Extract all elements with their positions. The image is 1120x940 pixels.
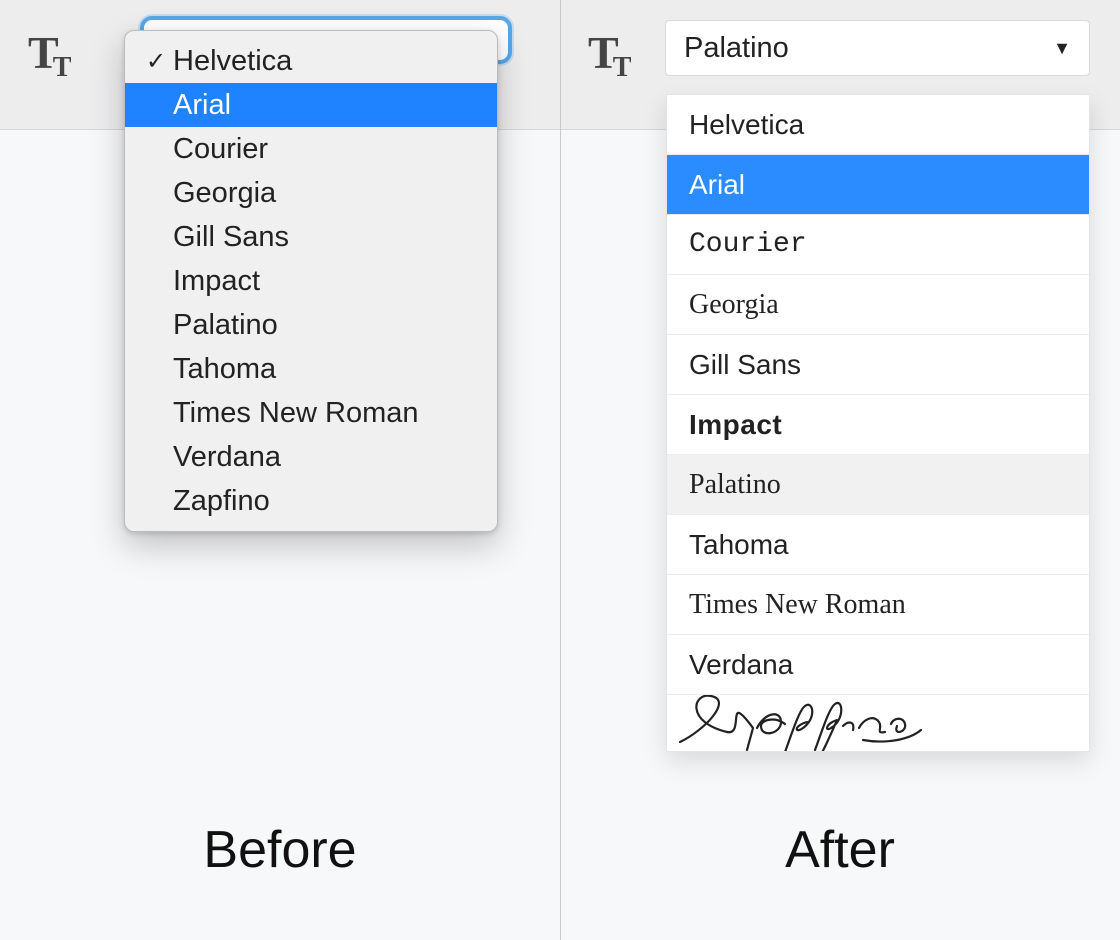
after-caption: After	[560, 820, 1120, 880]
before-font-option[interactable]: ✓Helvetica	[125, 39, 497, 83]
before-font-option-label: Georgia	[173, 177, 276, 210]
after-font-select-label: Palatino	[684, 32, 789, 65]
after-font-option[interactable]: Palatino	[667, 455, 1089, 515]
after-font-option-label: Arial	[689, 169, 745, 201]
after-font-option-label: Times New Roman	[689, 589, 906, 621]
before-font-option-label: Gill Sans	[173, 221, 289, 254]
zapfino-svg	[675, 695, 925, 751]
before-caption: Before	[0, 820, 560, 880]
after-font-option[interactable]: Verdana	[667, 635, 1089, 695]
before-pane: TT ✓Helvetica Arial Courier Georgia Gill San…	[0, 0, 560, 940]
after-font-option[interactable]: Times New Roman	[667, 575, 1089, 635]
pane-divider	[560, 0, 561, 940]
before-font-option[interactable]: Georgia	[125, 171, 497, 215]
before-font-option[interactable]: Verdana	[125, 435, 497, 479]
after-font-option-label: Verdana	[689, 649, 793, 681]
before-font-option-label: Times New Roman	[173, 397, 418, 430]
before-font-option-label: Tahoma	[173, 353, 276, 386]
after-font-option[interactable]	[667, 695, 1089, 751]
check-icon: ✓	[139, 47, 173, 76]
before-font-option-label: Palatino	[173, 309, 278, 342]
before-font-option[interactable]: Tahoma	[125, 347, 497, 391]
after-font-option-label: Gill Sans	[689, 349, 801, 381]
after-font-option-label: Tahoma	[689, 529, 789, 561]
after-font-option-label: Courier	[689, 229, 807, 260]
after-pane: TT Palatino ▼ Helvetica Arial Courier Georg…	[560, 0, 1120, 940]
before-font-option-label: Courier	[173, 133, 268, 166]
before-font-option[interactable]: Arial	[125, 83, 497, 127]
after-font-list[interactable]: Helvetica Arial Courier Georgia Gill Sans Imp…	[666, 94, 1090, 752]
after-font-option-label: Palatino	[689, 469, 781, 501]
before-font-option-label: Verdana	[173, 441, 281, 474]
before-font-option-label: Arial	[173, 89, 231, 122]
before-font-option-label: Impact	[173, 265, 260, 298]
before-font-option[interactable]: Times New Roman	[125, 391, 497, 435]
after-font-option[interactable]: Gill Sans	[667, 335, 1089, 395]
after-font-option-label: Impact	[689, 409, 782, 441]
before-font-option[interactable]: Impact	[125, 259, 497, 303]
before-font-menu[interactable]: ✓Helvetica Arial Courier Georgia Gill Sans Im…	[124, 30, 498, 532]
before-font-option[interactable]: Gill Sans	[125, 215, 497, 259]
before-font-option[interactable]: Zapfino	[125, 479, 497, 523]
after-font-option[interactable]: Helvetica	[667, 95, 1089, 155]
before-font-option[interactable]: Palatino	[125, 303, 497, 347]
after-font-option-label: Georgia	[689, 289, 779, 321]
after-font-option[interactable]: Courier	[667, 215, 1089, 275]
before-font-option[interactable]: Courier	[125, 127, 497, 171]
before-font-option-label: Zapfino	[173, 485, 270, 518]
after-font-option[interactable]: Arial	[667, 155, 1089, 215]
font-size-icon: TT	[588, 30, 637, 76]
after-font-select[interactable]: Palatino ▼	[665, 20, 1090, 76]
after-font-option-label: Helvetica	[689, 109, 804, 141]
font-size-icon: TT	[28, 30, 77, 76]
chevron-down-icon: ▼	[1053, 38, 1071, 59]
before-font-option-label: Helvetica	[173, 45, 292, 78]
after-font-option[interactable]: Georgia	[667, 275, 1089, 335]
after-font-option[interactable]: Tahoma	[667, 515, 1089, 575]
after-font-option[interactable]: Impact	[667, 395, 1089, 455]
